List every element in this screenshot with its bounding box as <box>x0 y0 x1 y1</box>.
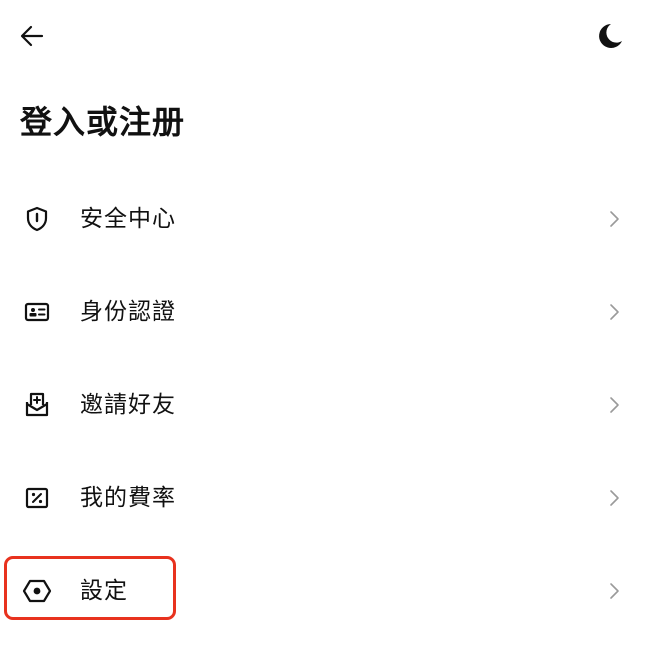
id-card-icon <box>22 297 52 327</box>
chevron-right-icon <box>602 486 626 510</box>
fee-rate-icon <box>22 483 52 513</box>
page-title: 登入或注册 <box>20 103 186 141</box>
top-bar <box>0 0 646 74</box>
chevron-right-icon <box>602 300 626 324</box>
chevron-right-icon <box>602 207 626 231</box>
menu-item-security-center[interactable]: 安全中心 <box>0 172 646 265</box>
chevron-right-icon <box>602 393 626 417</box>
menu-item-label: 身份認證 <box>80 298 176 325</box>
menu-list: 安全中心 身份認證 邀請好友 我的費率 設定 <box>0 172 646 637</box>
menu-item-identity-verification[interactable]: 身份認證 <box>0 265 646 358</box>
menu-item-label: 設定 <box>80 577 128 604</box>
menu-item-label: 邀請好友 <box>80 391 176 418</box>
theme-toggle-button[interactable] <box>592 20 628 56</box>
settings-hexagon-icon <box>22 576 52 606</box>
invite-mail-icon <box>22 390 52 420</box>
shield-icon <box>22 204 52 234</box>
menu-item-settings[interactable]: 設定 <box>0 544 646 637</box>
chevron-right-icon <box>602 579 626 603</box>
menu-item-invite-friends[interactable]: 邀請好友 <box>0 358 646 451</box>
moon-icon <box>595 21 625 55</box>
back-button[interactable] <box>16 22 48 54</box>
menu-item-label: 我的費率 <box>80 484 176 511</box>
menu-item-label: 安全中心 <box>80 205 176 232</box>
menu-item-my-fee-rate[interactable]: 我的費率 <box>0 451 646 544</box>
arrow-left-icon <box>18 22 46 54</box>
